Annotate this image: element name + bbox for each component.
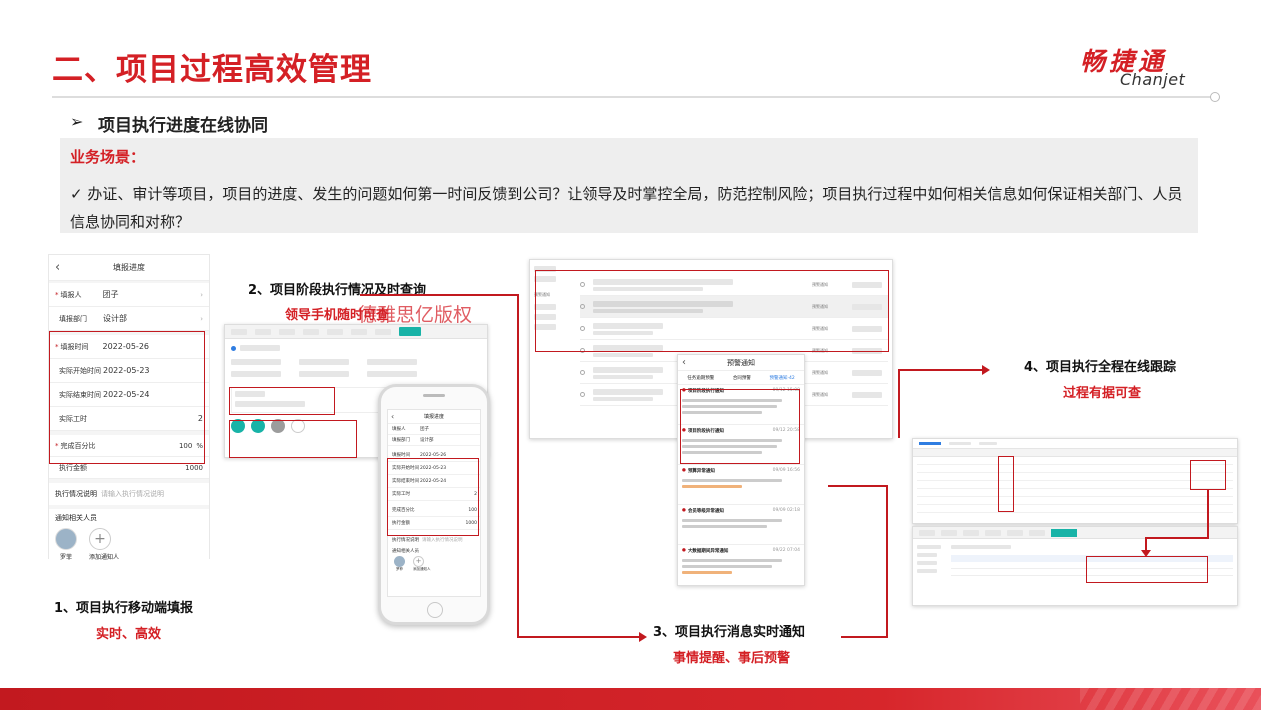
highlight-box [680,389,800,464]
tab-contract[interactable]: 合同预警 [733,375,751,381]
notice-item[interactable]: ● 会员等级异常通知 09/09 02:18 [678,505,804,545]
highlight-box [1086,556,1208,583]
phone-form-title: 填报进度 [423,414,444,420]
home-button[interactable] [427,602,443,618]
notice-panel-title: 预警通知 [727,358,755,367]
divider-end-dot [1210,92,1220,102]
desc-label: 执行情况说明 [55,490,97,498]
back-chevron-icon[interactable]: ‹ [682,357,686,368]
arrow-head-icon [1141,550,1151,557]
arrow-head-icon [982,365,990,375]
notify-label: 通知相关人员 [392,549,419,554]
avatar[interactable] [394,556,405,567]
highlight-box [387,458,479,536]
step4-title: 4、项目执行全程在线跟踪 [1024,360,1177,375]
desc-input[interactable]: 请输入执行情况说明 [422,537,463,543]
footer-bar [0,688,1261,710]
scenario-text: ✓ 办证、审计等项目，项目的进度、发生的问题如何第一时间反馈到公司？让领导及时掌… [70,185,1183,231]
chevron-right-icon: › [200,290,203,299]
form-row[interactable]: 填报人 团子 [388,424,480,435]
back-chevron-icon[interactable]: ‹ [55,260,60,275]
form-title: 填报进度 [113,263,145,272]
form-row[interactable]: 填报部门 设计部 › [49,307,209,331]
notice-item[interactable]: ● 大数据期间异常通知 09/22 07:04 [678,545,804,585]
highlight-box [1190,460,1226,490]
desc-input[interactable]: 请输入执行情况说明 [101,489,164,499]
step3-subtitle: 事情提醒、事后预警 [673,651,791,666]
form-row[interactable]: * 填报人 团子 › [49,283,209,307]
connector-line [517,294,519,638]
chevron-right-icon: › [200,314,203,323]
connector-line [1145,537,1147,551]
form-row[interactable]: 填报部门 设计部 [388,435,480,446]
watermark: 德雅思亿版权 [358,304,473,326]
add-person-button[interactable]: + [413,556,424,567]
connector-line [898,370,900,438]
connector-line [841,636,888,638]
connector-line [1207,490,1209,538]
step1-subtitle: 实时、高效 [96,627,162,642]
tab-task-overdue[interactable]: 任务逾期预警 [687,375,714,381]
connector-line [886,485,888,638]
brand-logo-en: Chanjet [1120,70,1186,89]
back-chevron-icon[interactable]: ‹ [391,412,394,421]
highlight-box [49,331,205,464]
tab-notice[interactable]: 预警通知·42 [770,375,795,381]
step1-title: 1、项目执行移动端填报 [54,601,194,616]
connector-line [898,369,982,371]
highlight-box [998,456,1014,512]
connector-line [360,294,519,296]
notify-label: 通知相关人员 [55,514,97,522]
notice-item[interactable]: ● 预算异常通知 09/09 16:56 [678,465,804,505]
add-person-label: 添加通知人 [89,554,120,561]
add-person-button[interactable]: + [89,528,111,550]
page-title: 二、项目过程高效管理 [52,52,372,88]
connector-line [828,485,888,487]
highlight-box [535,270,889,352]
connector-line [1145,537,1209,539]
scenario-label: 业务场景： [70,148,146,166]
desc-label: 执行情况说明 [392,537,419,543]
connector-line [517,636,639,638]
avatar[interactable] [55,528,77,550]
highlight-box [229,387,335,415]
active-tab[interactable] [399,327,421,336]
footer-stripes [1080,688,1261,710]
step4-subtitle: 过程有据可查 [1063,386,1142,401]
person-name: 罗菲 [59,554,72,561]
arrow-head-icon [639,632,647,642]
step3-title: 3、项目执行消息实时通知 [653,625,806,640]
bullet-arrow-icon: ➢ [70,112,84,131]
header-divider [52,96,1212,98]
highlight-box [229,420,357,458]
section-subtitle: 项目执行进度在线协同 [98,116,268,136]
